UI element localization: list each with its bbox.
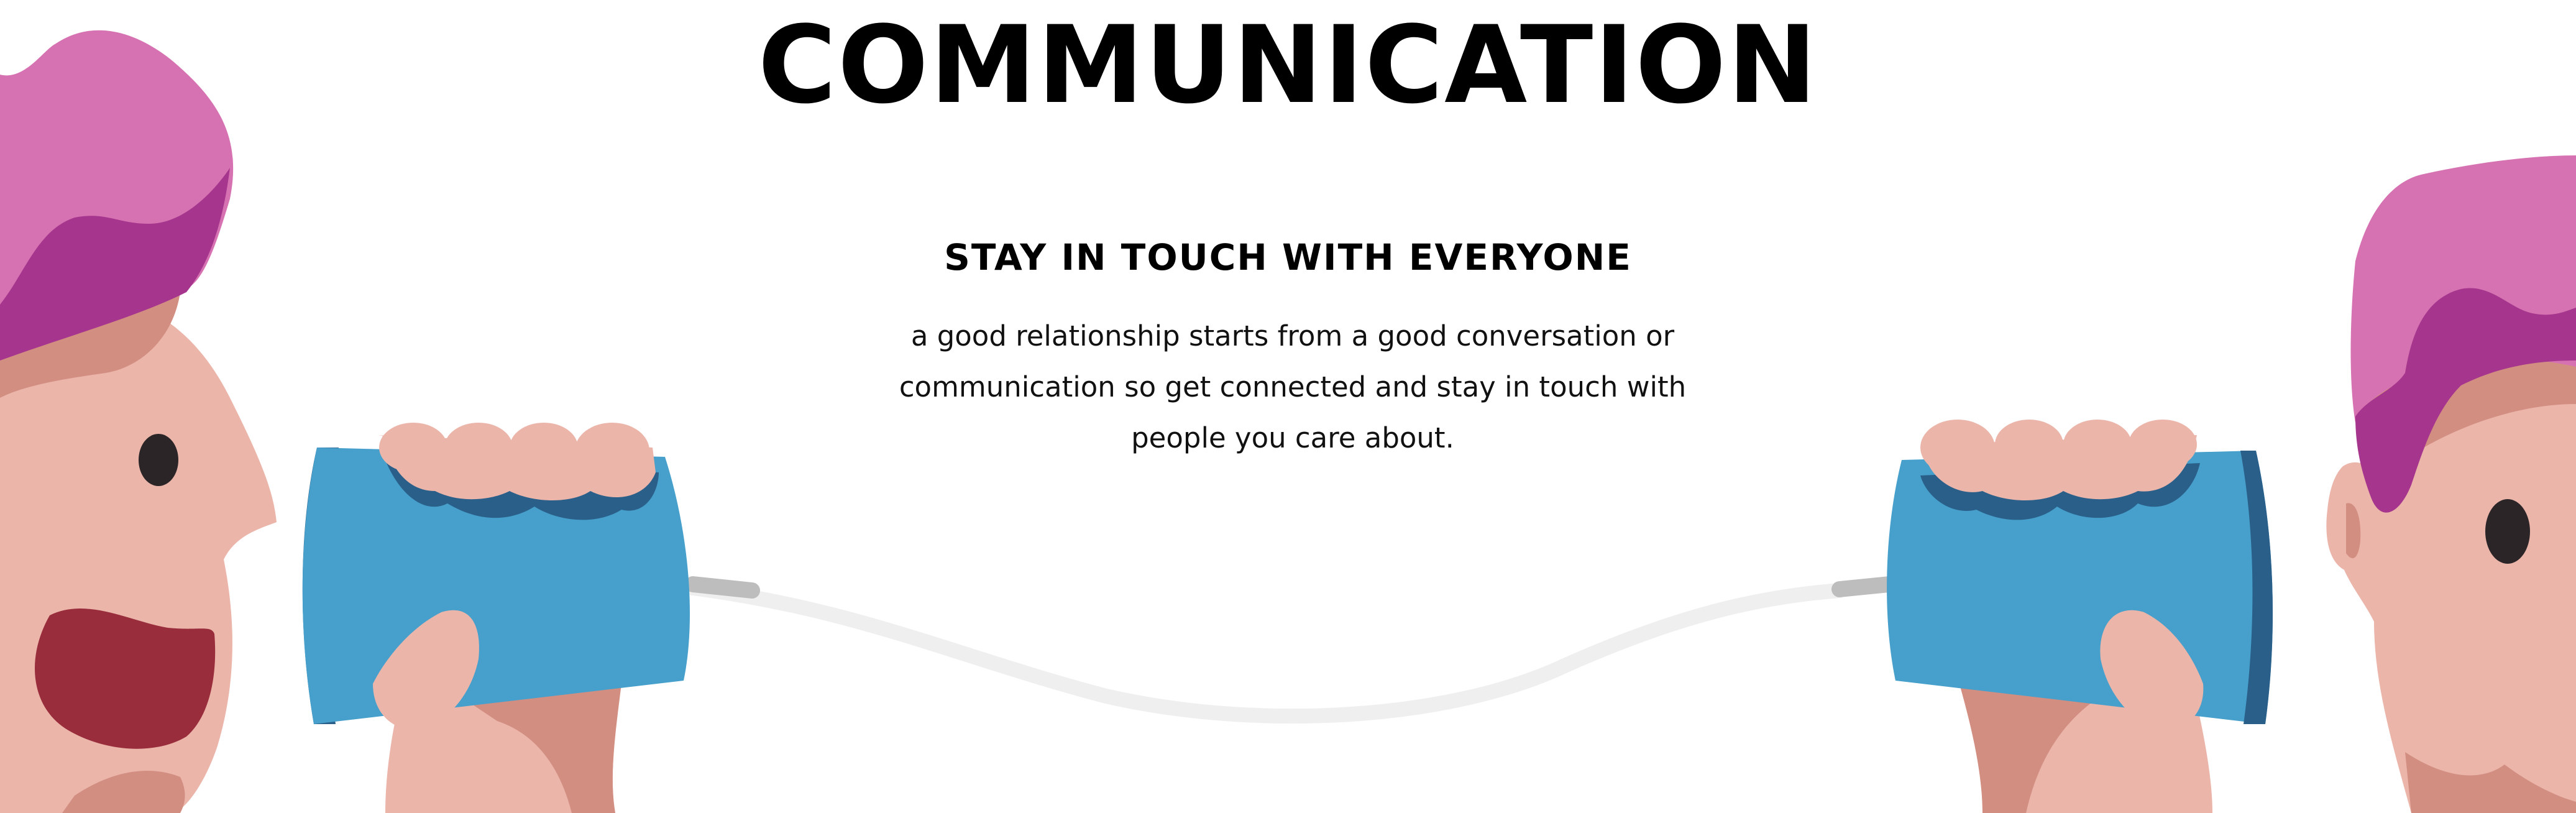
- speaking-person-icon: [0, 30, 277, 813]
- right-tin-can-icon: [1887, 420, 2273, 813]
- section-description: a good relationship starts from a good c…: [899, 319, 1687, 454]
- page-title: COMMUNICATION: [758, 2, 1818, 127]
- string-icon: [685, 576, 1897, 724]
- section-subtitle: STAY IN TOUCH WITH EVERYONE: [944, 236, 1632, 278]
- left-tin-can-icon: [302, 423, 690, 813]
